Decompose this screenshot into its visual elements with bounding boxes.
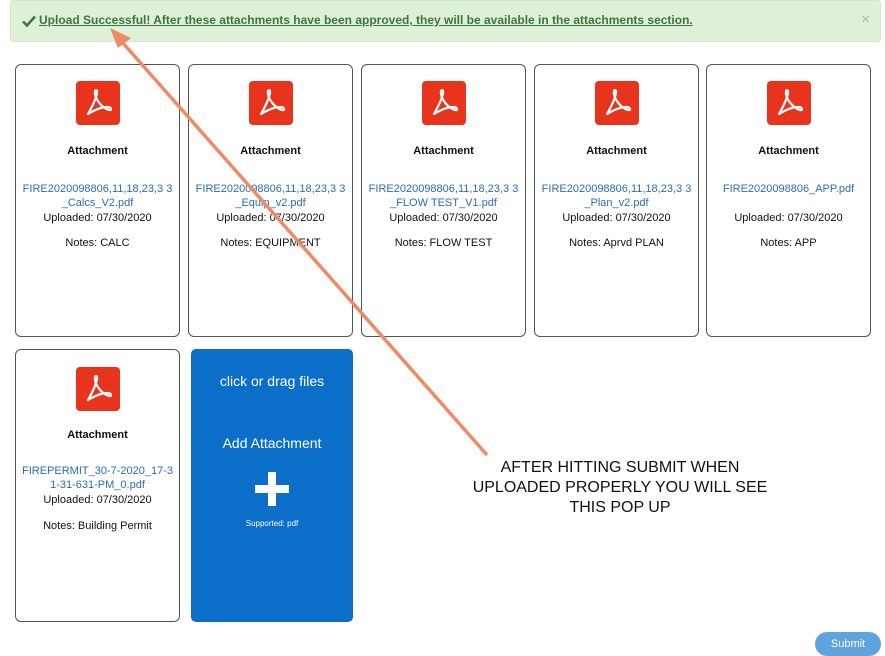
card-title: Attachment bbox=[240, 145, 301, 157]
upload-date: Uploaded: 07/30/2020 bbox=[389, 212, 498, 224]
pdf-icon bbox=[595, 81, 639, 125]
add-attachment-label: Add Attachment bbox=[222, 435, 322, 451]
attachment-link[interactable]: FIREPERMIT_30-7-2020_17-31-31-631-PM_0.p… bbox=[22, 464, 173, 492]
attachment-notes: Notes: APP bbox=[760, 237, 817, 249]
attachment-link[interactable]: FIRE2020098806_APP.pdf bbox=[713, 182, 864, 196]
annotation-callout: AFTER HITTING SUBMIT WHEN UPLOADED PROPE… bbox=[472, 459, 768, 516]
plus-icon[interactable] bbox=[255, 472, 289, 506]
close-icon[interactable]: × bbox=[861, 11, 870, 28]
upload-date: Uploaded: 07/30/2020 bbox=[734, 212, 843, 224]
card-title: Attachment bbox=[67, 429, 128, 441]
attachment-card: Attachment FIRE2020098806,11,18,23,3 3_C… bbox=[15, 64, 180, 337]
attachment-link[interactable]: FIRE2020098806,11,18,23,3 3_Equip_v2.pdf bbox=[195, 182, 346, 210]
submit-button[interactable]: Submit bbox=[815, 632, 881, 656]
upload-date: Uploaded: 07/30/2020 bbox=[43, 494, 152, 506]
attachment-link[interactable]: FIRE2020098806,11,18,23,3 3_Plan_v2.pdf bbox=[541, 182, 692, 210]
add-attachment-dropzone[interactable]: click or drag files Add Attachment Suppo… bbox=[191, 349, 353, 622]
card-title: Attachment bbox=[758, 145, 819, 157]
upload-date: Uploaded: 07/30/2020 bbox=[562, 212, 671, 224]
attachment-notes: Notes: FLOW TEST bbox=[394, 237, 493, 249]
attachment-card: Attachment FIREPERMIT_30-7-2020_17-31-31… bbox=[15, 349, 180, 622]
pdf-icon bbox=[422, 81, 466, 125]
attachment-card: Attachment FIRE2020098806,11,18,23,3 3_E… bbox=[188, 64, 353, 337]
card-title: Attachment bbox=[67, 145, 128, 157]
attachment-link[interactable]: FIRE2020098806,11,18,23,3 3_Calcs_V2.pdf bbox=[22, 182, 173, 210]
success-alert: Upload Successful! After these attachmen… bbox=[10, 0, 881, 42]
attachment-link[interactable]: FIRE2020098806,11,18,23,3 3_FLOW TEST_V1… bbox=[368, 182, 519, 210]
upload-date: Uploaded: 07/30/2020 bbox=[43, 212, 152, 224]
card-title: Attachment bbox=[413, 145, 474, 157]
upload-date: Uploaded: 07/30/2020 bbox=[216, 212, 325, 224]
pdf-icon bbox=[767, 81, 811, 125]
attachment-notes: Notes: Aprvd PLAN bbox=[569, 237, 664, 249]
pdf-icon bbox=[76, 367, 120, 411]
attachment-notes: Notes: Building Permit bbox=[43, 520, 152, 532]
check-icon bbox=[22, 15, 36, 28]
supported-formats: Supported: pdf bbox=[245, 519, 299, 528]
pdf-icon bbox=[249, 81, 293, 125]
attachment-card: Attachment FIRE2020098806,11,18,23,3 3_F… bbox=[361, 64, 526, 337]
alert-message: Upload Successful! After these attachmen… bbox=[39, 13, 693, 27]
attachment-notes: Notes: EQUIPMENT bbox=[220, 237, 321, 249]
attachment-card: Attachment FIRE2020098806_APP.pdf Upload… bbox=[706, 64, 871, 337]
drag-files-text: click or drag files bbox=[219, 373, 325, 389]
card-title: Attachment bbox=[586, 145, 647, 157]
attachment-notes: Notes: CALC bbox=[65, 237, 130, 249]
pdf-icon bbox=[76, 81, 120, 125]
attachment-card: Attachment FIRE2020098806,11,18,23,3 3_P… bbox=[534, 64, 699, 337]
